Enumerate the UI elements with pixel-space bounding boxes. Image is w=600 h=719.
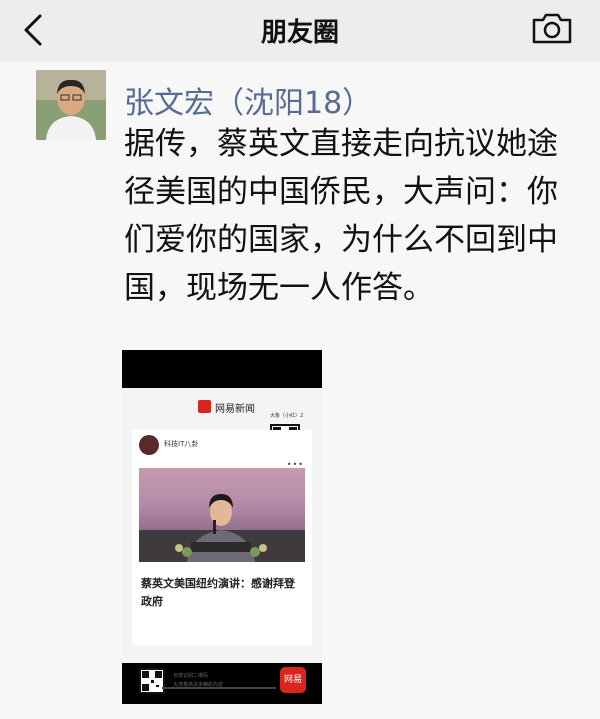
avatar[interactable] xyxy=(36,70,106,140)
video-progress-fill xyxy=(156,687,162,689)
video-progress-bar[interactable] xyxy=(156,687,276,689)
news-card: 科技IT八卦 ••• 蔡英文美国纽约演讲：感谢拜登政府 xyxy=(132,430,312,645)
post-text: 据传，蔡英文直接走向抗议她途径美国的中国侨民，大声问：你们爱你的国家，为什么不回… xyxy=(124,126,558,306)
video-attachment[interactable]: 网易新闻 大象（小红）2 科技IT八卦 ••• 蔡英文美国纽约演讲：感谢拜登政府… xyxy=(122,350,322,704)
news-photo xyxy=(139,468,305,562)
author-name[interactable]: 张文宏（沈阳18） xyxy=(124,78,372,122)
qr-code-icon xyxy=(139,668,165,694)
channel-name: 科技IT八卦 xyxy=(164,440,199,448)
channel-avatar xyxy=(139,435,159,455)
page-title: 朋友圈 xyxy=(260,18,339,48)
camera-button[interactable] xyxy=(530,10,574,46)
qr-hint: 长按识别二维码 xyxy=(173,673,209,679)
qr-top-label: 大象（小红）2 xyxy=(270,413,304,419)
netease-logo-icon xyxy=(198,400,211,413)
news-headline: 蔡英文美国纽约演讲：感谢拜登政府 xyxy=(141,577,295,608)
avatar-photo xyxy=(36,70,106,140)
top-bar: 朋友圈 xyxy=(0,0,600,62)
video-brand: 网易新闻 xyxy=(215,404,255,415)
netease-app-icon: 网易 xyxy=(280,667,306,693)
video-frame: 网易新闻 大象（小红）2 科技IT八卦 ••• 蔡英文美国纽约演讲：感谢拜登政府… xyxy=(122,388,322,694)
camera-icon xyxy=(532,13,572,44)
